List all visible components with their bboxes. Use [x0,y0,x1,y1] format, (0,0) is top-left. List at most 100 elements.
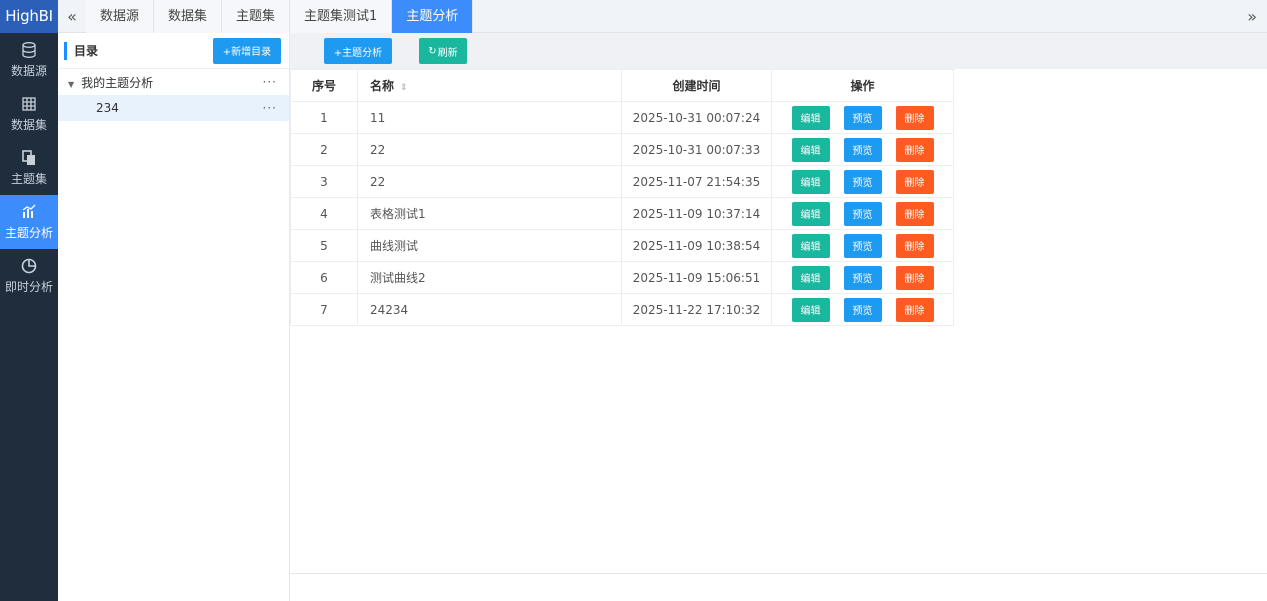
preview-button[interactable]: 预览 [843,265,882,290]
cell-ops: 编辑 预览 删除 [771,165,954,198]
caret-down-icon[interactable]: ▼ [68,80,74,89]
cell-created: 2025-10-31 00:07:33 [621,133,772,166]
refresh-icon: ↻ [428,45,437,57]
table-row: 4 表格测试1 2025-11-09 10:37:14 编辑 预览 删除 [290,197,954,230]
cell-name: 22 [357,165,622,198]
delete-button[interactable]: 删除 [895,201,934,226]
tree-node-left: ▼ 我的主题分析 [68,74,153,91]
delete-button[interactable]: 删除 [895,137,934,162]
edit-button[interactable]: 编辑 [791,297,830,322]
cell-created: 2025-11-09 10:38:54 [621,229,772,262]
directory-header: 目录 +新增目录 [58,33,289,69]
table-row: 2 22 2025-10-31 00:07:33 编辑 预览 删除 [290,133,954,166]
cell-ops: 编辑 预览 删除 [771,261,954,294]
tree-node-label: 234 [96,101,119,115]
edit-button[interactable]: 编辑 [791,137,830,162]
add-directory-button[interactable]: +新增目录 [213,37,281,64]
preview-button[interactable]: 预览 [843,297,882,322]
delete-button[interactable]: 删除 [895,169,934,194]
cell-ops: 编辑 预览 删除 [771,133,954,166]
refresh-button[interactable]: ↻ 刷新 [419,38,467,64]
brand-logo[interactable]: HighBI [0,0,58,33]
tab-3[interactable]: 主题集测试1 [290,0,393,33]
tab-bar: « 数据源 数据集 主题集 主题集测试1 主题分析 » [58,0,1267,33]
delete-button[interactable]: 删除 [895,233,934,258]
delete-button[interactable]: 删除 [895,297,934,322]
header-index: 序号 [290,69,358,102]
cell-index: 2 [290,133,358,166]
nav-item-1[interactable]: 数据集 [0,87,58,141]
preview-button[interactable]: 预览 [843,233,882,258]
cell-index: 1 [290,101,358,134]
edit-button[interactable]: 编辑 [791,201,830,226]
preview-button[interactable]: 预览 [843,137,882,162]
more-icon[interactable]: ··· [263,101,277,115]
cell-ops: 编辑 预览 删除 [771,101,954,134]
edit-button[interactable]: 编辑 [791,233,830,258]
tab-1[interactable]: 数据集 [154,0,223,33]
nav-item-label: 主题集 [10,172,47,186]
nav-item-label: 即时分析 [4,280,53,294]
tree-node[interactable]: ▼ 我的主题分析 ··· [58,69,289,95]
row-actions: 编辑 预览 删除 [772,137,953,162]
tab-0[interactable]: 数据源 [86,0,155,33]
cell-name: 24234 [357,293,622,326]
cell-name: 22 [357,133,622,166]
tab-2[interactable]: 主题集 [222,0,291,33]
tab-4[interactable]: 主题分析 [392,0,474,33]
cell-created: 2025-11-07 21:54:35 [621,165,772,198]
cell-name: 11 [357,101,622,134]
tree-node[interactable]: 234 ··· [58,95,289,121]
table-row: 1 11 2025-10-31 00:07:24 编辑 预览 删除 [290,101,954,134]
directory-title-text: 目录 [74,44,99,58]
nav-item-2[interactable]: 主题集 [0,141,58,195]
delete-button[interactable]: 删除 [895,105,934,130]
cell-name: 表格测试1 [357,197,622,230]
toolbar: +主题分析 ↻ 刷新 [290,33,1267,69]
cell-created: 2025-11-09 10:37:14 [621,197,772,230]
nav-item-label: 主题分析 [4,226,53,240]
header-name[interactable]: 名称 ⇕ [357,69,622,102]
pie-chart-icon [20,257,38,275]
nav-item-4[interactable]: 即时分析 [0,249,58,303]
more-icon[interactable]: ··· [263,75,277,89]
table-grid-icon [20,95,38,113]
row-actions: 编辑 预览 删除 [772,233,953,258]
cell-ops: 编辑 预览 删除 [771,197,954,230]
cell-index: 6 [290,261,358,294]
delete-button[interactable]: 删除 [895,265,934,290]
table-row: 5 曲线测试 2025-11-09 10:38:54 编辑 预览 删除 [290,229,954,262]
nav-item-0[interactable]: 数据源 [0,33,58,87]
edit-button[interactable]: 编辑 [791,169,830,194]
edit-button[interactable]: 编辑 [791,265,830,290]
nav-item-3[interactable]: 主题分析 [0,195,58,249]
nav-item-label: 数据集 [10,118,47,132]
header-created: 创建时间 [621,69,772,102]
cell-created: 2025-10-31 00:07:24 [621,101,772,134]
cell-index: 4 [290,197,358,230]
refresh-label: 刷新 [437,47,458,59]
cell-created: 2025-11-22 17:10:32 [621,293,772,326]
header-name-label: 名称 [370,79,395,93]
directory-panel: 目录 +新增目录 ▼ 我的主题分析 ··· 234 ··· [58,33,290,601]
cell-ops: 编辑 预览 删除 [771,229,954,262]
row-actions: 编辑 预览 删除 [772,105,953,130]
table-container: 序号 名称 ⇕ 创建时间 操作 1 11 2025-10-31 00:07:24 编辑预… [290,69,1267,574]
preview-button[interactable]: 预览 [843,105,882,130]
preview-button[interactable]: 预览 [843,201,882,226]
sort-icon[interactable]: ⇕ [400,83,408,93]
row-actions: 编辑 预览 删除 [772,169,953,194]
preview-button[interactable]: 预览 [843,169,882,194]
analysis-table: 序号 名称 ⇕ 创建时间 操作 1 11 2025-10-31 00:07:24 编辑预… [290,69,954,326]
row-actions: 编辑 预览 删除 [772,297,953,322]
edit-button[interactable]: 编辑 [791,105,830,130]
side-nav: HighBI 数据源数据集主题集主题分析即时分析 [0,0,58,601]
row-actions: 编辑 预览 删除 [772,265,953,290]
copy-layers-icon [20,149,38,167]
add-analysis-button[interactable]: +主题分析 [324,38,392,64]
bar-chart-icon [20,203,38,221]
title-accent-bar [64,41,67,60]
collapse-icon[interactable]: « [58,0,86,33]
expand-icon[interactable]: » [1247,0,1257,33]
nav-item-label: 数据源 [10,64,47,78]
